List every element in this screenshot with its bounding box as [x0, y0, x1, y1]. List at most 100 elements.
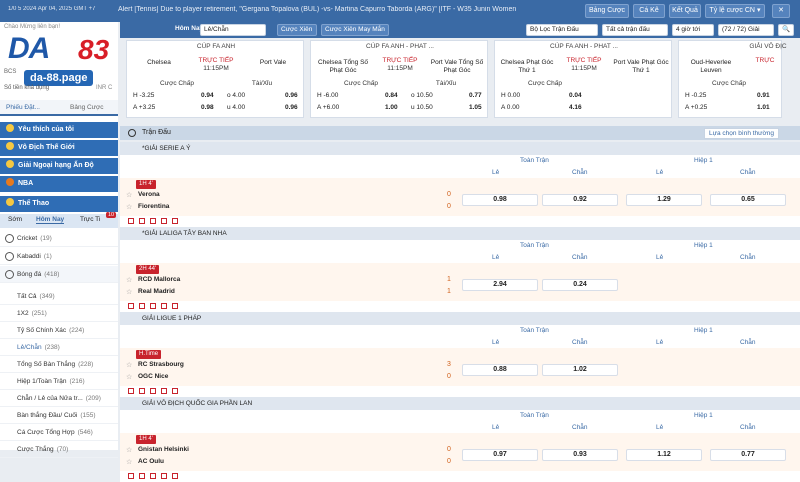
tab-today-sidebar[interactable]: Hôm Nay: [36, 216, 65, 224]
stats-icon[interactable]: [128, 388, 134, 394]
search-icon[interactable]: 🔍: [778, 24, 794, 36]
info-icon[interactable]: [161, 388, 167, 394]
sidebar-subitem[interactable]: Bàn thắng Đầu/ Cuối (155): [0, 407, 118, 424]
sidebar-section-favorites[interactable]: Yêu thích của tôi: [0, 122, 118, 138]
chart-icon[interactable]: [172, 473, 178, 479]
odds-type-select[interactable]: Tỷ lệ cược CN ▾: [705, 4, 765, 18]
info-icon[interactable]: [161, 473, 167, 479]
bet-list-button[interactable]: Bảng Cược: [585, 4, 629, 18]
odds-button[interactable]: 1.12: [626, 449, 702, 461]
odds-value[interactable]: 0.96: [285, 104, 298, 111]
odds-button[interactable]: 0.88: [462, 364, 538, 376]
odds-value[interactable]: 1.01: [757, 104, 770, 111]
field-icon[interactable]: [150, 303, 156, 309]
favorite-star-icon[interactable]: ☆: [126, 373, 132, 381]
featured-match-card[interactable]: CÚP FA ANH - PHAT ... Chelsea Tổng Số Phạ…: [310, 40, 488, 118]
field-icon[interactable]: [150, 473, 156, 479]
odds-button[interactable]: 0.92: [542, 194, 618, 206]
col-first-half: Hiệp 1: [694, 242, 713, 249]
sidebar-subitem[interactable]: Tổng Số Bàn Thắng (228): [0, 356, 118, 373]
stats-icon[interactable]: [128, 473, 134, 479]
odds-value[interactable]: 0.98: [201, 104, 214, 111]
odds-value[interactable]: 0.04: [569, 92, 582, 99]
video-icon[interactable]: [139, 218, 145, 224]
video-icon[interactable]: [139, 473, 145, 479]
sidebar-item-kabaddi[interactable]: Kabaddi (1): [0, 248, 118, 265]
favorite-star-icon[interactable]: ☆: [126, 203, 132, 211]
odds-button[interactable]: 0.98: [462, 194, 538, 206]
info-icon[interactable]: [161, 218, 167, 224]
favorite-star-icon[interactable]: ☆: [126, 361, 132, 369]
league-header[interactable]: GIẢI VÔ ĐỊCH QUỐC GIA PHẦN LAN: [120, 397, 800, 410]
tab-live[interactable]: Trực Ti: [80, 216, 100, 223]
odds-value[interactable]: 0.96: [285, 92, 298, 99]
stats-icon[interactable]: [128, 303, 134, 309]
favorite-star-icon[interactable]: ☆: [126, 288, 132, 296]
sidebar-subitem[interactable]: Hiệp 1/Toàn Trận (216): [0, 373, 118, 390]
results-button[interactable]: Kết Quả: [669, 4, 701, 18]
tab-bet-board[interactable]: Bảng Cược: [70, 104, 104, 111]
card-home-team: Chelsea: [147, 59, 171, 66]
sidebar-section-ipl[interactable]: Giải Ngoại hạng Ấn Độ: [0, 158, 118, 174]
odds-button[interactable]: 0.24: [542, 279, 618, 291]
featured-match-card[interactable]: GIẢI VÔ ĐỊC Oud-Heverlee Leuven TRỰC Cược C…: [678, 40, 787, 118]
match-filter-select[interactable]: Bộ Lọc Trận Đấu: [526, 24, 598, 36]
all-matches-select[interactable]: Tất cả trận đấu: [602, 24, 668, 36]
odds-button[interactable]: 0.97: [462, 449, 538, 461]
tab-bet-slip[interactable]: Phiếu Đặt...: [6, 104, 40, 111]
odds-button[interactable]: 0.77: [710, 449, 786, 461]
tab-early[interactable]: Sớm: [8, 216, 22, 223]
odds-button[interactable]: 2.94: [462, 279, 538, 291]
odds-button[interactable]: 0.65: [710, 194, 786, 206]
field-icon[interactable]: [150, 388, 156, 394]
stats-icon[interactable]: [128, 218, 134, 224]
odds-button[interactable]: 1.02: [542, 364, 618, 376]
field-icon[interactable]: [150, 218, 156, 224]
odds-value[interactable]: 1.00: [385, 104, 398, 111]
league-header[interactable]: *GIẢI LALIGA TÂY BAN NHA: [120, 227, 800, 240]
league-header[interactable]: *GIẢI SERIE A Ý: [120, 142, 800, 155]
favorite-star-icon[interactable]: ☆: [126, 191, 132, 199]
league-count-select[interactable]: (72 / 72) Giải: [718, 24, 774, 36]
sidebar-subitem[interactable]: Chẵn / Lẻ của Nửa tr... (209): [0, 390, 118, 407]
chart-icon[interactable]: [172, 388, 178, 394]
lucky-combo-button[interactable]: Cược Xiên May Mắn: [321, 24, 389, 36]
featured-match-card[interactable]: CÚP FA ANH - PHAT ... Chelsea Phạt Góc Th…: [494, 40, 672, 118]
video-icon[interactable]: [139, 303, 145, 309]
odds-button[interactable]: 0.93: [542, 449, 618, 461]
favorite-star-icon[interactable]: ☆: [126, 446, 132, 454]
sidebar-subitem[interactable]: Tất Cả (349): [0, 288, 118, 305]
sidebar-section-world-cup[interactable]: Vô Địch Thế Giới: [0, 140, 118, 156]
sidebar-item-cricket[interactable]: Cricket (19): [0, 230, 118, 247]
chart-icon[interactable]: [172, 303, 178, 309]
video-icon[interactable]: [139, 388, 145, 394]
odds-value[interactable]: 0.94: [201, 92, 214, 99]
odds-value[interactable]: 4.16: [569, 104, 582, 111]
sidebar-subitem[interactable]: Lẻ/Chẵn (238): [0, 339, 118, 356]
featured-match-card[interactable]: CÚP FA ANH Chelsea TRỰC TIẾP 11:15PM Port Va…: [126, 40, 304, 118]
chart-icon[interactable]: [172, 218, 178, 224]
sidebar-section-sports[interactable]: Thể Thao: [0, 196, 118, 212]
sidebar-subitem[interactable]: Tỷ Số Chính Xác (224): [0, 322, 118, 339]
favorite-star-icon[interactable]: ☆: [126, 276, 132, 284]
info-icon[interactable]: [161, 303, 167, 309]
hours-select[interactable]: 4 giờ tới: [672, 24, 714, 36]
sidebar-item-football[interactable]: Bóng đá (418): [0, 266, 118, 283]
main-content: CÚP FA ANH Chelsea TRỰC TIẾP 11:15PM Port Va…: [120, 38, 800, 482]
news-ticker[interactable]: Alert [Tennis] Due to player retirement,…: [118, 6, 578, 13]
combo-button[interactable]: Cược Xiên: [277, 24, 317, 36]
odds-button[interactable]: 1.29: [626, 194, 702, 206]
sort-select[interactable]: Lựa chọn bình thường: [704, 128, 780, 139]
favorite-star-icon[interactable]: ☆: [126, 458, 132, 466]
odds-value[interactable]: 0.84: [385, 92, 398, 99]
sidebar-subitem[interactable]: Cá Cược Tổng Hợp (546): [0, 424, 118, 441]
odds-value[interactable]: 0.77: [469, 92, 482, 99]
statement-button[interactable]: Cá Kê: [633, 4, 665, 18]
odds-value[interactable]: 1.05: [469, 104, 482, 111]
sidebar-section-nba[interactable]: NBA: [0, 176, 118, 192]
league-header[interactable]: GIẢI LIGUE 1 PHÁP: [120, 312, 800, 325]
bet-type-select[interactable]: Lẻ/Chẵn: [200, 24, 266, 36]
sidebar-subitem[interactable]: 1X2 (251): [0, 305, 118, 322]
odds-value[interactable]: 0.91: [757, 92, 770, 99]
close-icon[interactable]: ✕: [772, 4, 790, 18]
